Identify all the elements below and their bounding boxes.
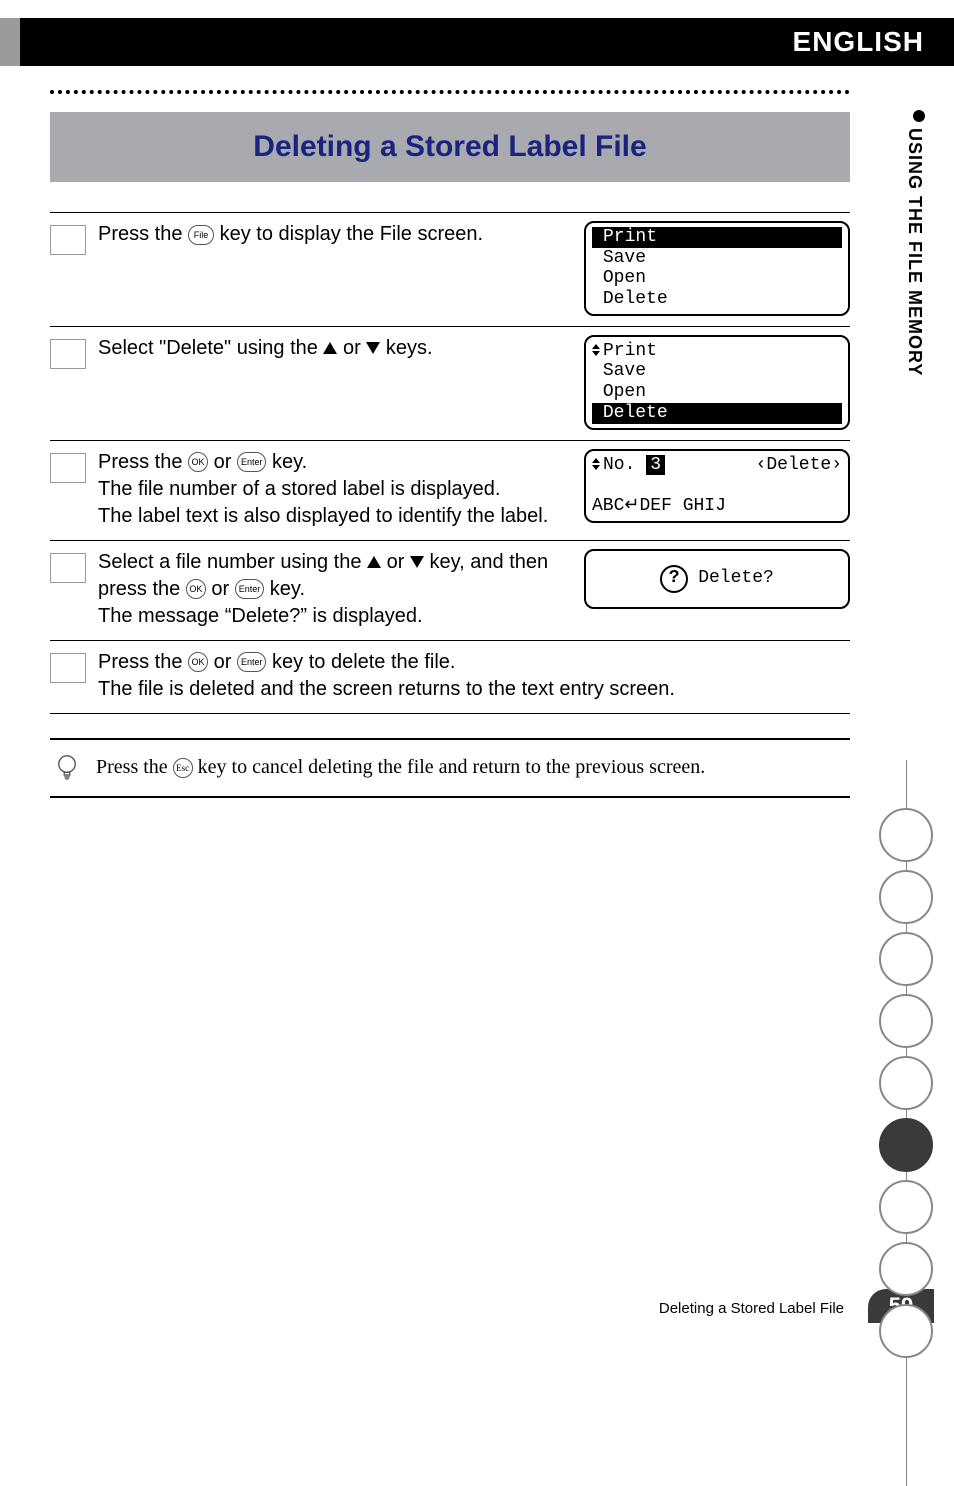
progress-dot: [879, 932, 933, 986]
lightbulb-icon: [56, 754, 78, 782]
esc-key-icon: Esc: [173, 758, 193, 778]
enter-key-icon: Enter: [235, 579, 265, 599]
footer-caption: Deleting a Stored Label File: [659, 1300, 844, 1317]
step-row: Press the OK or Enter key to delete the …: [50, 640, 850, 714]
progress-dot: [879, 870, 933, 924]
tip-text: Press the Esc key to cancel deleting the…: [96, 756, 705, 779]
page-title: Deleting a Stored Label File: [50, 112, 850, 182]
step-number-box: [50, 553, 86, 583]
progress-dot-current: [879, 1118, 933, 1172]
file-key-icon: File: [188, 225, 214, 245]
step-text: Select "Delete" using the or keys.: [98, 335, 584, 362]
question-icon: ?: [660, 565, 688, 593]
lcd-screenshot: Print Save Open Delete: [584, 221, 850, 316]
page-footer: Deleting a Stored Label File 59: [0, 1289, 954, 1323]
dotted-rule: [50, 90, 850, 94]
step-row: Select "Delete" using the or keys. Print…: [50, 326, 850, 440]
step-row: Press the File key to display the File s…: [50, 212, 850, 326]
progress-dot: [879, 808, 933, 862]
progress-dot: [879, 994, 933, 1048]
ok-key-icon: OK: [188, 652, 208, 672]
steps-list: Press the File key to display the File s…: [50, 212, 850, 714]
step-row: Select a file number using the or key, a…: [50, 540, 850, 640]
lcd-screenshot: No. 3‹Delete› ABC↵DEF GHIJ: [584, 449, 850, 523]
step-text: Press the OK or Enter key to delete the …: [98, 649, 850, 703]
up-arrow-icon: [367, 556, 381, 568]
ok-key-icon: OK: [188, 452, 208, 472]
side-section-label: USING THE FILE MEMORY: [904, 110, 934, 400]
lcd-screenshot: Print Save Open Delete: [584, 335, 850, 430]
enter-key-icon: Enter: [237, 652, 267, 672]
progress-dot: [879, 1056, 933, 1110]
step-number-box: [50, 225, 86, 255]
step-number-box: [50, 653, 86, 683]
language-label: ENGLISH: [793, 26, 924, 58]
down-arrow-icon: [366, 342, 380, 354]
step-text: Select a file number using the or key, a…: [98, 549, 584, 630]
progress-dot: [879, 1304, 933, 1358]
step-text: Press the OK or Enter key. The file numb…: [98, 449, 584, 530]
bullet-icon: [913, 110, 925, 122]
progress-dot: [879, 1242, 933, 1296]
progress-dots: [878, 800, 934, 1366]
ok-key-icon: OK: [186, 579, 206, 599]
step-text: Press the File key to display the File s…: [98, 221, 584, 248]
step-number-box: [50, 339, 86, 369]
tip-box: Press the Esc key to cancel deleting the…: [50, 738, 850, 798]
progress-dot: [879, 1180, 933, 1234]
up-arrow-icon: [323, 342, 337, 354]
step-row: Press the OK or Enter key. The file numb…: [50, 440, 850, 540]
lcd-screenshot: ?Delete?: [584, 549, 850, 609]
header-bar: ENGLISH: [0, 18, 954, 66]
enter-key-icon: Enter: [237, 452, 267, 472]
step-number-box: [50, 453, 86, 483]
down-arrow-icon: [410, 556, 424, 568]
